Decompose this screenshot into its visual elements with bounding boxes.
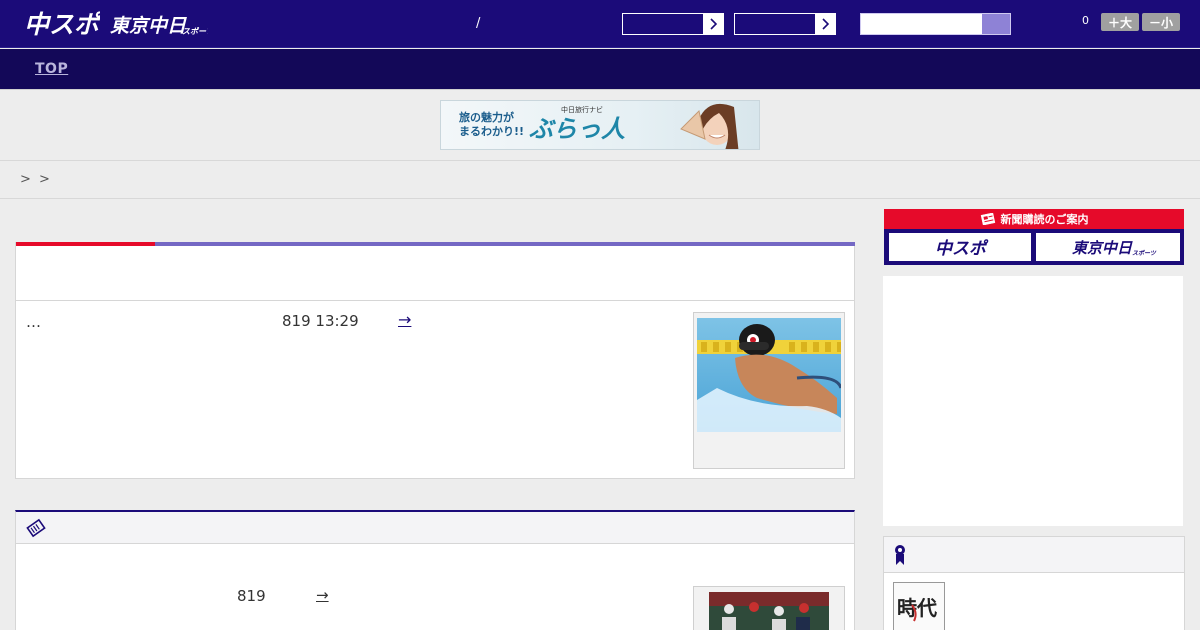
book-cover-image: 時代 <box>894 583 944 630</box>
newspaper-icon <box>980 213 995 225</box>
nav-item-top[interactable]: TOP <box>35 61 68 77</box>
tokyo-chunichi-logo-text: 東京中日 <box>110 15 187 37</box>
article-meta: 819 13:29 <box>282 312 359 330</box>
chevron-right-icon[interactable] <box>703 14 723 34</box>
panel-accent-purple <box>155 242 855 246</box>
secondary-article-panel: 819 → <box>15 510 855 630</box>
search-button[interactable] <box>982 14 1010 34</box>
ranking-box: 時代 <box>883 536 1185 630</box>
subscribe-chuspo-link[interactable]: 中スポ <box>889 233 1031 261</box>
subscription-title: 新聞購読のご案内 <box>1000 213 1089 226</box>
banner-copy-line1: 旅の魅力が <box>459 111 514 124</box>
banner-brand: ぶらっ人 <box>529 115 625 143</box>
tokyo-chunichi-logo[interactable]: 東京中日 スポーツ <box>110 12 215 38</box>
tokyo-chunichi-logo-image: 東京中日 スポーツ <box>110 15 215 37</box>
category-select-1[interactable] <box>622 13 724 35</box>
chuspo-logo-image: 中スポ <box>935 239 989 259</box>
divider <box>16 300 854 301</box>
chuspo-logo-text: 中スポ <box>24 10 100 39</box>
site-header: 中スポ 東京中日 スポーツ / 0 ＋大 －小 <box>0 0 1200 48</box>
lead-article-panel: … 819 13:29 → <box>15 242 855 479</box>
search-input[interactable] <box>861 14 982 34</box>
category-select-2[interactable] <box>734 13 836 35</box>
ranking-heading <box>884 537 1184 573</box>
swimmer-photo <box>697 318 841 432</box>
ticket-icon <box>26 518 46 538</box>
woman-photo-icon <box>680 104 739 149</box>
divider <box>0 160 1200 161</box>
chuspo-logo-image: 中スポ <box>24 10 103 39</box>
book-title-text: 時代 <box>897 596 937 620</box>
article-thumbnail[interactable] <box>693 586 845 630</box>
divider <box>0 198 1200 199</box>
subscription-header[interactable]: 新聞購読のご案内 <box>884 209 1184 229</box>
chuspo-logo[interactable]: 中スポ <box>24 9 103 39</box>
article-thumbnail[interactable] <box>693 312 845 469</box>
global-nav: TOP <box>0 49 1200 90</box>
banner-copy-line2: まるわかり!! <box>459 125 525 138</box>
chevron-right-icon[interactable] <box>815 14 835 34</box>
tokyo-chunichi-logo-text: 東京中日 <box>1072 239 1133 257</box>
book-cover[interactable]: 時代 <box>893 582 945 630</box>
site-search <box>860 13 1011 35</box>
font-larger-button[interactable]: ＋大 <box>1101 13 1139 31</box>
sidebar-ad-slot[interactable] <box>883 276 1183 526</box>
subscribe-tokyo-chunichi-link[interactable]: 東京中日 スポーツ <box>1036 233 1180 261</box>
breadcrumb[interactable]: > > <box>20 172 52 187</box>
read-more-arrow[interactable]: → <box>398 310 411 329</box>
medal-icon <box>895 545 905 565</box>
tokyo-chunichi-logo-image: 東京中日 スポーツ <box>1072 239 1157 257</box>
travel-ad-banner[interactable]: 旅の魅力が まるわかり!! 中日旅行ナビ ぶらっ人 <box>440 100 760 150</box>
tokyo-chunichi-logo-subtext: スポーツ <box>1132 249 1157 257</box>
read-more-arrow[interactable]: → <box>316 586 329 604</box>
subscription-box: 新聞購読のご案内 中スポ 東京中日 スポーツ <box>884 209 1184 265</box>
date-separator: / <box>476 16 481 31</box>
article-meta: 819 <box>237 587 266 605</box>
article-excerpt: … <box>26 313 41 331</box>
tokyo-chunichi-logo-subtext: スポーツ <box>182 27 208 36</box>
font-size-count: 0 <box>1082 14 1089 27</box>
panel-heading <box>16 512 854 544</box>
banner-copy: 旅の魅力が まるわかり!! <box>459 111 524 139</box>
chuspo-logo-text: 中スポ <box>935 239 989 259</box>
baseball-photo <box>709 592 829 630</box>
font-smaller-button[interactable]: －小 <box>1142 13 1180 31</box>
panel-accent-red <box>16 242 155 246</box>
